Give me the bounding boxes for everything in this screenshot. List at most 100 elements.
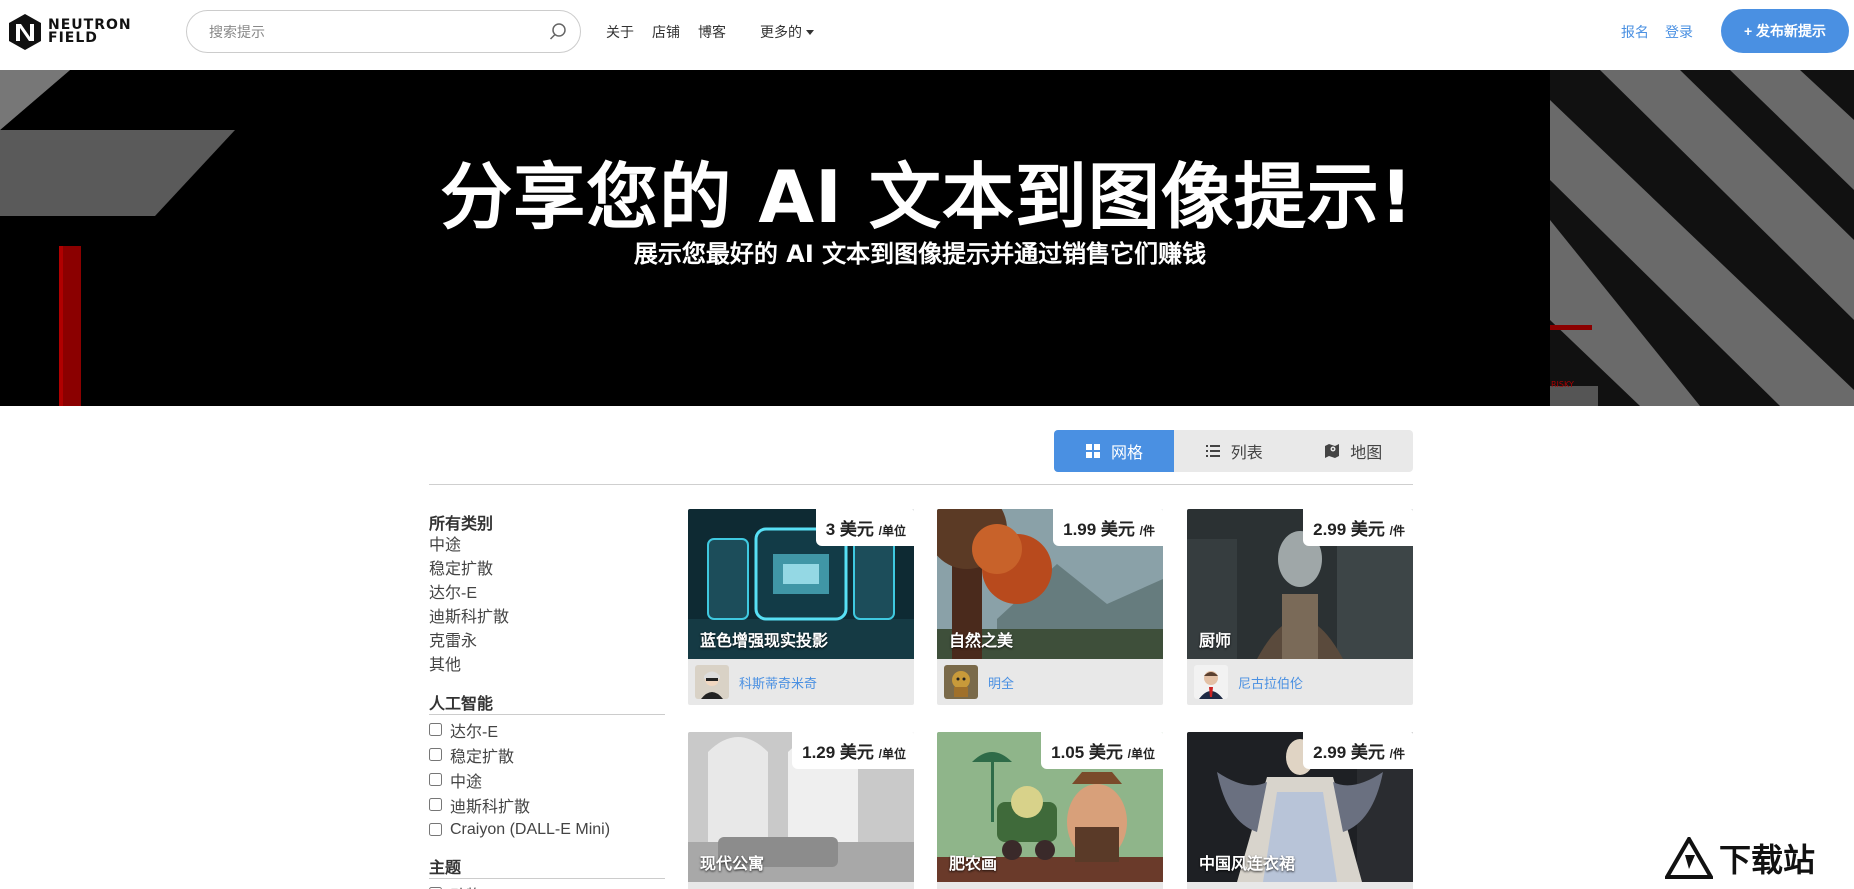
category-link[interactable]: 其他 bbox=[429, 654, 665, 678]
price-value: 2.99 美元 bbox=[1313, 743, 1385, 762]
nav-blog[interactable]: 博客 bbox=[698, 22, 726, 42]
ai-heading: 人工智能 bbox=[429, 696, 494, 713]
filter-sidebar: 所有类别 中途 稳定扩散 达尔-E 迪斯科扩散 克雷永 其他 人工智能 达尔-E… bbox=[429, 510, 665, 889]
category-link[interactable]: 克雷永 bbox=[429, 630, 665, 654]
site-watermark: 下载站 bbox=[1665, 836, 1815, 880]
prompt-card[interactable]: 2.99 美元 /件 中国风连衣裙 bbox=[1187, 732, 1413, 889]
view-grid-button[interactable]: 网格 bbox=[1054, 430, 1174, 472]
ai-filter-option[interactable]: 达尔-E bbox=[429, 717, 665, 742]
ai-filter-option[interactable]: 中途 bbox=[429, 767, 665, 792]
neutron-field-logo[interactable]: NEUTRON FIELD bbox=[8, 12, 153, 52]
prompt-card[interactable]: 3 美元 /单位 蓝色增强现实投影 科斯蒂奇米奇 bbox=[688, 509, 914, 705]
category-link[interactable]: 达尔-E bbox=[429, 582, 665, 606]
price-unit: /件 bbox=[1389, 747, 1405, 761]
signup-link[interactable]: 报名 bbox=[1621, 22, 1649, 42]
nav-shops[interactable]: 店铺 bbox=[652, 22, 680, 42]
ai-filter-label: 中途 bbox=[450, 773, 483, 791]
prompt-card-title[interactable]: 中国风连衣裙 bbox=[1199, 850, 1295, 874]
search-box bbox=[186, 10, 581, 53]
ai-filter-checkbox[interactable] bbox=[429, 748, 442, 761]
price-value: 1.29 美元 bbox=[802, 743, 874, 762]
view-list-button[interactable]: 列表 bbox=[1174, 430, 1294, 472]
logo-text: NEUTRON FIELD bbox=[48, 18, 132, 46]
author-link[interactable]: 明全 bbox=[988, 673, 1014, 692]
category-link[interactable]: 中途 bbox=[429, 534, 665, 558]
ai-filter-option[interactable]: 迪斯科扩散 bbox=[429, 792, 665, 817]
top-header: NEUTRON FIELD 关于 店铺 博客 更多的 报名 登录 + 发布新提示 bbox=[0, 0, 1854, 70]
list-icon bbox=[1205, 445, 1220, 457]
price-unit: /单位 bbox=[878, 524, 906, 538]
logo-mark-icon bbox=[9, 14, 41, 50]
theme-heading: 主题 bbox=[429, 860, 462, 877]
hero-subtitle: 展示您最好的 AI 文本到图像提示并通过销售它们赚钱 bbox=[633, 240, 1207, 268]
prompt-card-title[interactable]: 厨师 bbox=[1199, 627, 1231, 651]
prompt-card-title[interactable]: 肥农画 bbox=[949, 850, 997, 874]
price-value: 1.05 美元 bbox=[1051, 743, 1123, 762]
price-tag: 1.29 美元 /单位 bbox=[792, 732, 914, 769]
hero-banner: RISKY 分享您的 AI 文本到图像提示! 展示您最好的 AI 文本到图像提示… bbox=[0, 70, 1854, 406]
categories-heading: 所有类别 bbox=[429, 516, 494, 533]
prompt-card-footer: 明全 bbox=[937, 659, 1163, 705]
ai-filter-label: 迪斯科扩散 bbox=[450, 798, 531, 816]
ai-filter-option[interactable]: Craiyon (DALL-E Mini) bbox=[429, 817, 665, 842]
price-unit: /单位 bbox=[1127, 747, 1155, 761]
login-link[interactable]: 登录 bbox=[1665, 22, 1693, 42]
logo-line-2: FIELD bbox=[48, 30, 98, 46]
view-list-label: 列表 bbox=[1230, 445, 1263, 462]
ai-heading-rule bbox=[429, 714, 665, 715]
price-tag: 1.99 美元 /件 bbox=[1053, 509, 1163, 546]
view-map-label: 地图 bbox=[1350, 445, 1383, 462]
ai-filter-checkbox[interactable] bbox=[429, 798, 442, 811]
prompt-card-title[interactable]: 现代公寓 bbox=[700, 850, 764, 874]
avatar[interactable] bbox=[944, 665, 978, 699]
ai-filter-checkbox[interactable] bbox=[429, 823, 442, 836]
price-value: 2.99 美元 bbox=[1313, 520, 1385, 539]
view-grid-label: 网格 bbox=[1110, 445, 1143, 462]
avatar[interactable] bbox=[695, 665, 729, 699]
prompt-card-title[interactable]: 蓝色增强现实投影 bbox=[700, 627, 828, 651]
theme-filter-option[interactable]: 动物 bbox=[429, 881, 665, 889]
theme-filter-label: 动物 bbox=[450, 882, 482, 889]
search-input[interactable] bbox=[209, 21, 529, 43]
price-unit: /单位 bbox=[878, 747, 906, 761]
map-icon bbox=[1325, 444, 1340, 458]
prompt-card[interactable]: 2.99 美元 /件 厨师 尼古拉伯伦 bbox=[1187, 509, 1413, 705]
view-toggle: 网格 列表 地图 bbox=[1054, 430, 1413, 472]
prompt-card[interactable]: 1.29 美元 /单位 现代公寓 bbox=[688, 732, 914, 889]
search-icon[interactable] bbox=[548, 22, 568, 42]
prompt-card[interactable]: 1.99 美元 /件 自然之美 明全 bbox=[937, 509, 1163, 705]
category-link[interactable]: 稳定扩散 bbox=[429, 558, 665, 582]
ai-filter-option[interactable]: 稳定扩散 bbox=[429, 742, 665, 767]
toolbar-divider bbox=[429, 484, 1413, 485]
ai-filter-checkbox[interactable] bbox=[429, 723, 442, 736]
price-tag: 3 美元 /单位 bbox=[815, 509, 914, 546]
price-tag: 2.99 美元 /件 bbox=[1303, 509, 1413, 546]
caret-down-icon bbox=[806, 29, 814, 35]
watermark-text: 下载站 bbox=[1719, 841, 1816, 879]
hero-deco-text: RISKY bbox=[1551, 380, 1574, 389]
nav-more-dropdown[interactable]: 更多的 bbox=[760, 22, 814, 42]
ai-filter-label: 稳定扩散 bbox=[450, 748, 515, 766]
view-map-button[interactable]: 地图 bbox=[1294, 430, 1414, 472]
price-unit: /件 bbox=[1389, 524, 1405, 538]
price-tag: 1.05 美元 /单位 bbox=[1041, 732, 1163, 769]
category-link[interactable]: 迪斯科扩散 bbox=[429, 606, 665, 630]
ai-filter-label: Craiyon (DALL-E Mini) bbox=[450, 820, 611, 838]
main-nav: 关于 店铺 博客 更多的 bbox=[606, 22, 814, 42]
author-link[interactable]: 科斯蒂奇米奇 bbox=[739, 673, 817, 692]
avatar[interactable] bbox=[1194, 665, 1228, 699]
prompt-card-title[interactable]: 自然之美 bbox=[949, 627, 1013, 651]
prompt-card[interactable]: 1.05 美元 /单位 肥农画 bbox=[937, 732, 1163, 889]
ai-filter-checkbox[interactable] bbox=[429, 773, 442, 786]
hero-title: 分享您的 AI 文本到图像提示! bbox=[440, 155, 1414, 239]
price-tag: 2.99 美元 /件 bbox=[1303, 732, 1413, 769]
publish-prompt-button[interactable]: + 发布新提示 bbox=[1721, 9, 1849, 53]
auth-links: 报名 登录 bbox=[1621, 22, 1693, 42]
price-value: 1.99 美元 bbox=[1063, 520, 1135, 539]
theme-heading-rule bbox=[429, 878, 665, 879]
ai-filter-label: 达尔-E bbox=[450, 723, 499, 741]
prompt-card-footer: 尼古拉伯伦 bbox=[1187, 659, 1413, 705]
price-value: 3 美元 bbox=[825, 520, 874, 539]
nav-about[interactable]: 关于 bbox=[606, 22, 634, 42]
author-link[interactable]: 尼古拉伯伦 bbox=[1238, 673, 1303, 692]
